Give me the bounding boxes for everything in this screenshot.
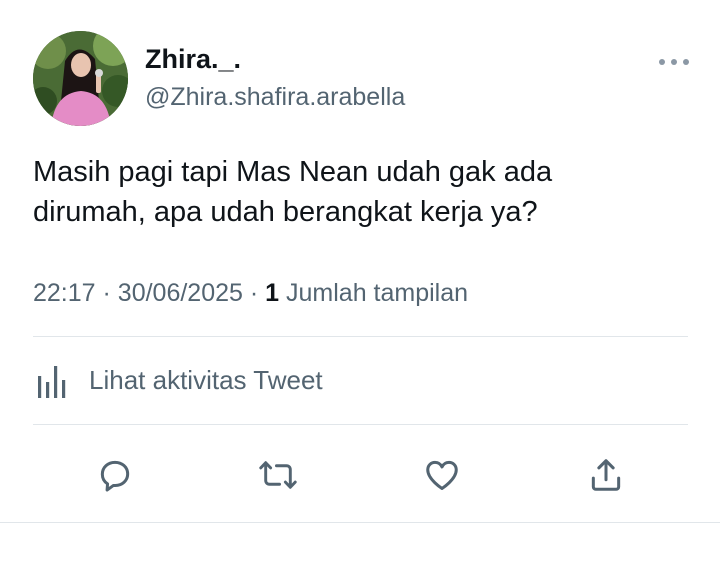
reply-icon	[100, 460, 130, 492]
avatar-image	[33, 31, 128, 126]
activity-label: Lihat aktivitas Tweet	[89, 365, 323, 395]
user-handle[interactable]: @Zhira.shafira.arabella	[145, 82, 405, 112]
more-dot-icon	[659, 59, 665, 65]
tweet-activity-link[interactable]: Lihat aktivitas Tweet	[33, 362, 323, 398]
like-button[interactable]	[422, 455, 462, 495]
views-count: 1	[265, 279, 280, 307]
tweet-text: Masih pagi tapi Mas Nean udah gak ada di…	[33, 152, 693, 232]
divider	[33, 336, 688, 337]
meta-separator: ·	[102, 279, 111, 307]
views-label: Jumlah tampilan	[286, 279, 469, 307]
divider	[33, 424, 688, 425]
tweet-text-line: dirumah, apa udah berangkat kerja ya?	[33, 196, 538, 228]
tweet-time[interactable]: 22:17	[33, 279, 96, 307]
tweet-text-line: Masih pagi tapi Mas Nean udah gak ada	[33, 156, 553, 188]
reply-button[interactable]	[95, 455, 135, 495]
more-dot-icon	[671, 59, 677, 65]
divider	[0, 522, 720, 523]
display-name[interactable]: Zhira._.	[145, 43, 241, 75]
avatar[interactable]	[33, 31, 128, 126]
share-icon	[591, 459, 621, 491]
tweet-date[interactable]: 30/06/2025	[118, 279, 243, 307]
tweet-card: Zhira._. @Zhira.shafira.arabella Masih p…	[0, 0, 720, 568]
tweet-meta: 22:17 · 30/06/2025 · 1 Jumlah tampilan	[33, 278, 468, 308]
analytics-bars-icon	[38, 366, 66, 398]
more-dot-icon	[683, 59, 689, 65]
retweet-icon	[259, 461, 297, 489]
heart-icon	[426, 460, 458, 490]
more-options-button[interactable]	[659, 56, 689, 68]
share-button[interactable]	[586, 455, 626, 495]
meta-separator: ·	[249, 279, 259, 307]
retweet-button[interactable]	[258, 455, 298, 495]
